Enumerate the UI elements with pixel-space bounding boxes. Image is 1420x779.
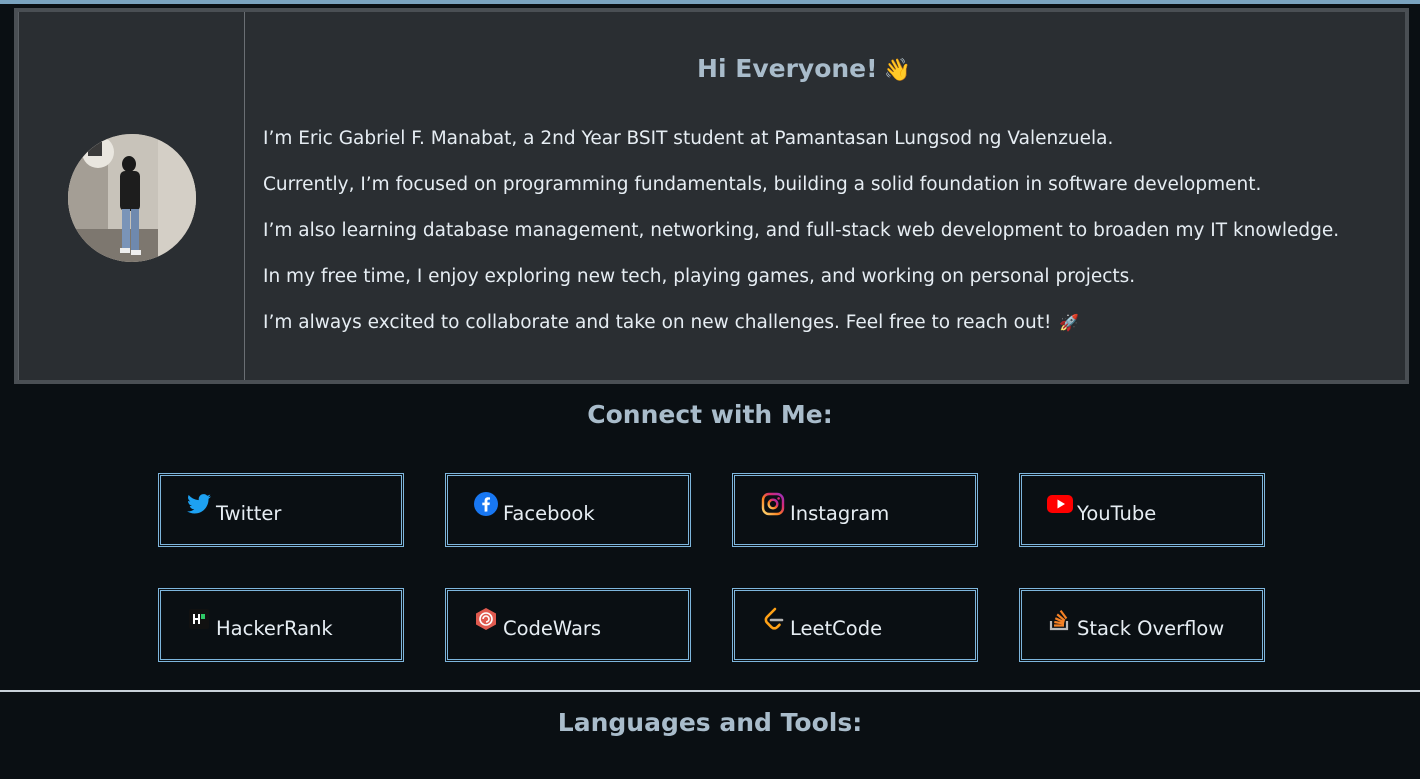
intro-table: Hi Everyone! 👋 I’m Eric Gabriel F. Manaba… <box>14 8 1409 384</box>
greeting-heading: Hi Everyone! 👋 <box>263 52 1405 86</box>
twitter-icon <box>186 491 212 517</box>
bio-paragraphs: I’m Eric Gabriel F. Manabat, a 2nd Year … <box>263 116 1405 346</box>
codewars-icon <box>473 606 499 632</box>
instagram-label: Instagram <box>790 501 890 525</box>
facebook-label: Facebook <box>503 501 595 525</box>
bio-line-text: I’m always excited to collaborate and ta… <box>263 312 1052 333</box>
profile-avatar <box>67 134 196 262</box>
instagram-icon <box>760 491 786 517</box>
youtube-icon <box>1047 491 1073 517</box>
bio-line: Currently, I’m focused on programming fu… <box>263 174 1262 195</box>
greeting-text: Hi Everyone! <box>697 54 878 83</box>
facebook-link[interactable]: Facebook <box>445 473 691 547</box>
connect-heading: Connect with Me: <box>587 400 833 429</box>
stackoverflow-link[interactable]: Stack Overflow <box>1019 588 1265 662</box>
codewars-link[interactable]: CodeWars <box>445 588 691 662</box>
languages-heading: Languages and Tools: <box>557 708 863 737</box>
youtube-label: YouTube <box>1077 501 1157 525</box>
rocket-emoji: 🚀 <box>1059 313 1080 332</box>
leetcode-icon <box>760 606 786 632</box>
twitter-label: Twitter <box>216 501 282 525</box>
instagram-link[interactable]: Instagram <box>732 473 978 547</box>
intro-text-cell: Hi Everyone! 👋 I’m Eric Gabriel F. Manaba… <box>245 12 1405 380</box>
leetcode-label: LeetCode <box>790 616 883 640</box>
bio-line: I’m also learning database management, n… <box>263 220 1340 241</box>
hackerrank-label: HackerRank <box>216 616 333 640</box>
leetcode-link[interactable]: LeetCode <box>732 588 978 662</box>
stackoverflow-label: Stack Overflow <box>1077 616 1225 640</box>
stackoverflow-icon <box>1047 606 1073 632</box>
profile-photo <box>67 134 196 262</box>
twitter-link[interactable]: Twitter <box>158 473 404 547</box>
waving-hand-emoji: 👋 <box>883 58 911 83</box>
section-divider <box>0 690 1420 692</box>
intro-avatar-cell <box>18 12 245 380</box>
bio-line: In my free time, I enjoy exploring new t… <box>263 266 1136 287</box>
facebook-icon <box>473 491 499 517</box>
bio-line: I’m Eric Gabriel F. Manabat, a 2nd Year … <box>263 128 1114 149</box>
top-border-line <box>0 0 1420 4</box>
hackerrank-link[interactable]: HackerRank <box>158 588 404 662</box>
bio-line-last: I’m always excited to collaborate and ta… <box>263 300 1405 346</box>
hackerrank-icon <box>186 606 212 632</box>
codewars-label: CodeWars <box>503 616 602 640</box>
youtube-link[interactable]: YouTube <box>1019 473 1265 547</box>
